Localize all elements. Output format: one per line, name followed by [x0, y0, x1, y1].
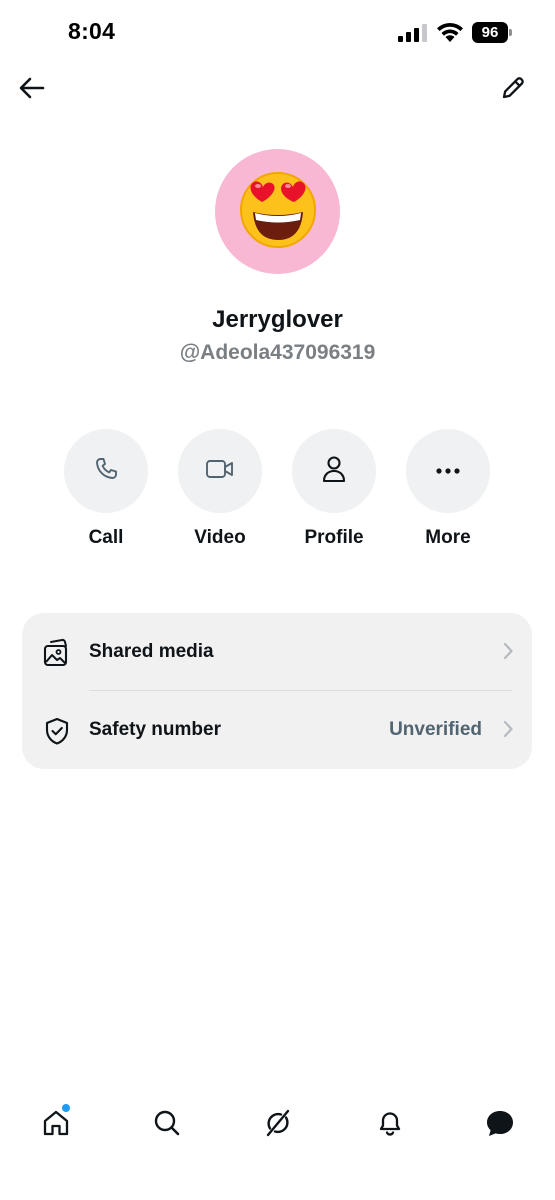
status-bar: 8:04 96 — [0, 0, 555, 64]
grok-icon — [263, 1108, 293, 1143]
messages-icon — [485, 1108, 515, 1143]
chevron-right-icon — [502, 720, 514, 743]
more-button[interactable]: More — [403, 429, 493, 549]
avatar[interactable] — [215, 149, 340, 274]
profile-button-circle[interactable] — [292, 429, 376, 513]
back-button[interactable] — [14, 72, 50, 108]
bell-icon — [375, 1108, 405, 1143]
verification-status: Unverified — [389, 719, 482, 740]
pencil-icon — [500, 75, 526, 106]
search-icon — [152, 1108, 182, 1143]
arrow-left-icon — [19, 77, 45, 104]
video-button[interactable]: Video — [175, 429, 265, 549]
signal-icon — [398, 24, 428, 47]
shared-media-label: Shared media — [89, 641, 214, 662]
more-dots-icon — [435, 462, 461, 480]
profile-label: Profile — [304, 527, 364, 548]
nav-home[interactable] — [36, 1104, 76, 1145]
nav-search[interactable] — [147, 1105, 187, 1145]
nav-notifications[interactable] — [370, 1105, 410, 1145]
bottom-nav — [0, 1095, 555, 1155]
edit-button[interactable] — [494, 72, 532, 108]
battery-icon: 96 — [472, 22, 512, 43]
call-label: Call — [88, 527, 124, 548]
nav-messages[interactable] — [480, 1105, 520, 1145]
media-gallery-icon — [42, 638, 72, 668]
heart-eyes-emoji-icon — [237, 168, 319, 255]
phone-icon — [93, 456, 119, 487]
display-name: Jerryglover — [212, 306, 343, 333]
chevron-right-icon — [502, 642, 514, 665]
status-time: 8:04 — [68, 18, 116, 44]
video-camera-icon — [205, 457, 235, 486]
safety-number-row[interactable]: Safety number Unverified — [22, 691, 532, 768]
conversation-settings-card: Shared media Safety number Unverified — [22, 613, 532, 769]
more-label: More — [425, 527, 471, 548]
call-button-circle[interactable] — [64, 429, 148, 513]
more-button-circle[interactable] — [406, 429, 490, 513]
person-icon — [321, 455, 347, 488]
wifi-icon — [436, 21, 464, 47]
video-button-circle[interactable] — [178, 429, 262, 513]
safety-number-label: Safety number — [89, 719, 221, 740]
home-icon — [41, 1108, 71, 1143]
nav-grok[interactable] — [258, 1105, 298, 1145]
profile-button[interactable]: Profile — [289, 429, 379, 549]
video-label: Video — [194, 527, 246, 548]
call-button[interactable]: Call — [61, 429, 151, 549]
user-handle: @Adeola437096319 — [179, 341, 376, 364]
battery-level: 96 — [472, 22, 508, 43]
notification-dot — [62, 1104, 70, 1112]
shared-media-row[interactable]: Shared media — [22, 613, 532, 690]
shield-check-icon — [42, 716, 72, 746]
